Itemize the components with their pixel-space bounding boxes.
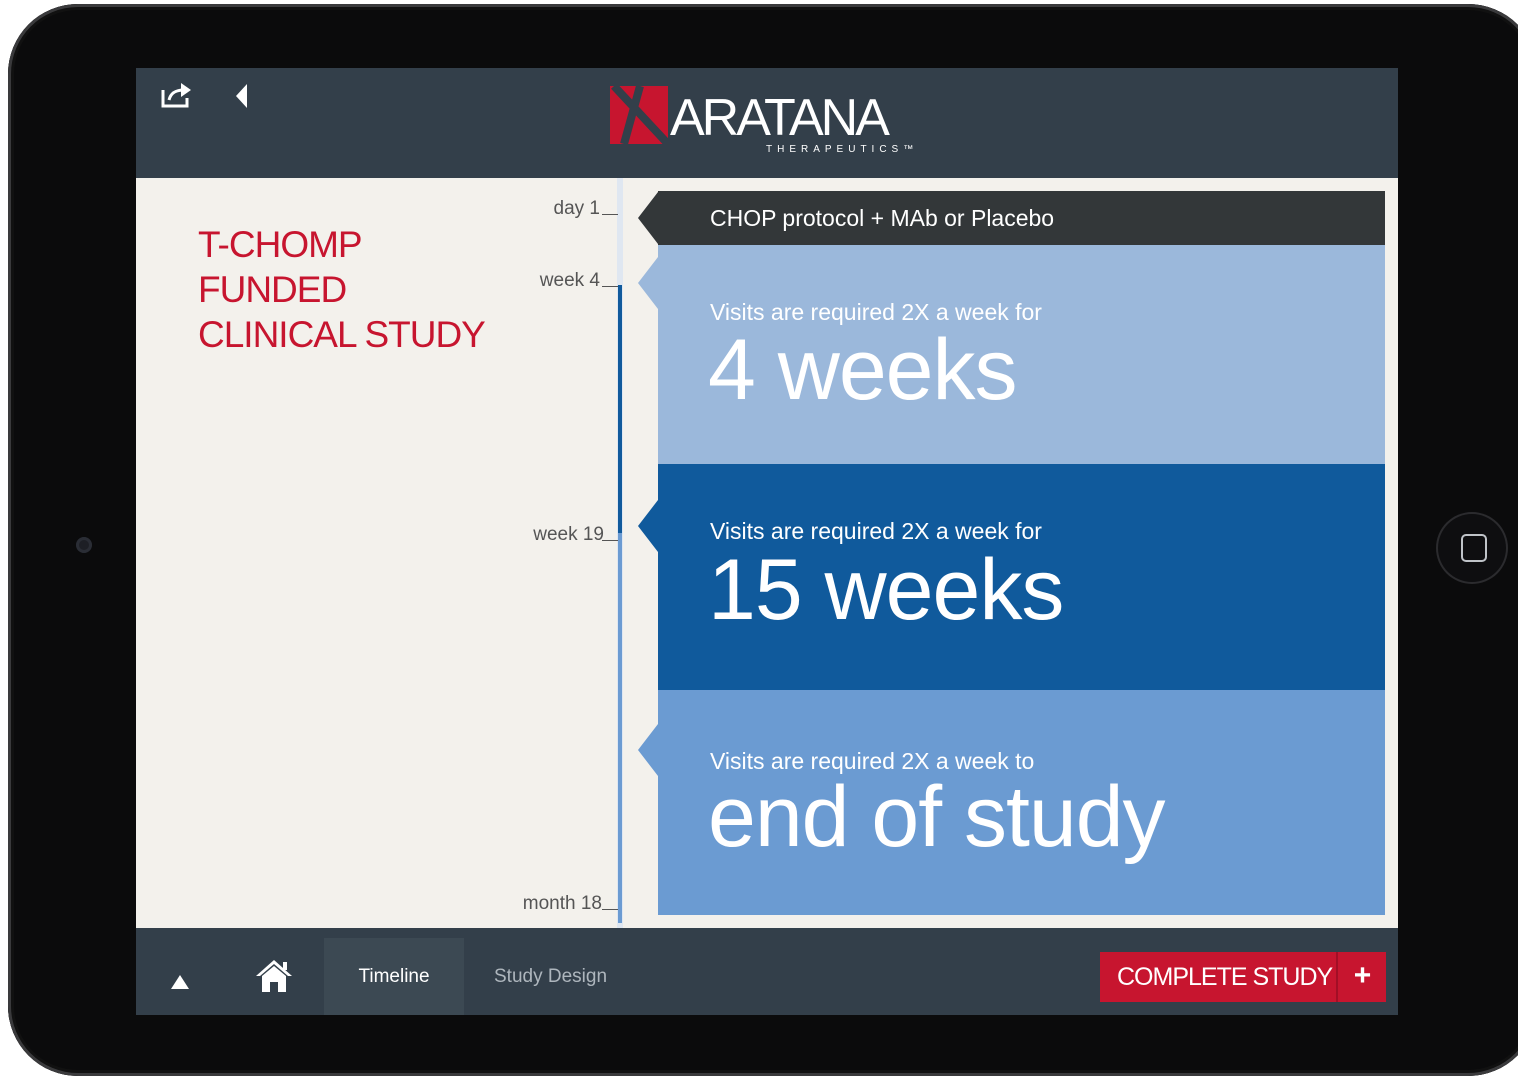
complete-study-button[interactable]: COMPLETE STUDY + xyxy=(1100,952,1386,1002)
home-icon[interactable] xyxy=(254,958,294,994)
logo-subtext: THERAPEUTICS™ xyxy=(766,144,919,155)
study-title-line: T-CHOMP xyxy=(198,224,363,265)
protocol-text: CHOP protocol + MAb or Placebo xyxy=(710,205,1055,231)
app-screen: ARATANA THERAPEUTICS™ T-CHOMP FUNDED CLI… xyxy=(136,68,1398,1015)
phase-panel-2: Visits are required 2X a week for 15 wee… xyxy=(638,464,1385,690)
timeline-tick xyxy=(602,909,618,910)
logo-wordmark: ARATANA xyxy=(670,89,890,147)
timeline-marker: month 18 xyxy=(522,893,602,914)
rail-segment-phase2 xyxy=(618,533,622,923)
timeline-tick xyxy=(602,540,618,541)
timeline-marker: day 1 xyxy=(553,198,600,219)
share-icon[interactable] xyxy=(160,81,194,109)
study-title: T-CHOMP FUNDED CLINICAL STUDY xyxy=(198,222,486,357)
study-title-line: CLINICAL STUDY xyxy=(198,314,486,355)
timeline-content: T-CHOMP FUNDED CLINICAL STUDY day 1 week… xyxy=(136,178,1398,928)
timeline-tick xyxy=(602,214,618,215)
phase-duration: 15 weeks xyxy=(708,542,1064,638)
tab-timeline[interactable]: Timeline xyxy=(324,938,464,1015)
tab-study-design[interactable]: Study Design xyxy=(464,938,634,1015)
logo-mark xyxy=(610,83,671,147)
camera xyxy=(76,537,92,553)
up-arrow-icon[interactable] xyxy=(170,974,190,990)
phase-panel-1: Visits are required 2X a week for 4 week… xyxy=(638,245,1385,464)
phase-duration: end of study xyxy=(708,769,1166,865)
rail-segment-phase1 xyxy=(618,285,622,533)
top-bar: ARATANA THERAPEUTICS™ xyxy=(136,68,1398,178)
phase-panel-3: Visits are required 2X a week to end of … xyxy=(638,690,1385,915)
protocol-banner: CHOP protocol + MAb or Placebo xyxy=(638,191,1385,245)
hardware-home-button[interactable] xyxy=(1436,512,1508,584)
phase-duration: 4 weeks xyxy=(708,322,1017,418)
complete-study-label: COMPLETE STUDY xyxy=(1117,963,1333,991)
study-title-line: FUNDED xyxy=(198,269,347,310)
timeline-marker: week 4 xyxy=(539,270,600,291)
timeline-marker: week 19 xyxy=(533,524,604,545)
timeline-tick xyxy=(602,286,618,287)
plus-icon[interactable]: + xyxy=(1338,959,1386,993)
aratana-logo: ARATANA THERAPEUTICS™ xyxy=(610,83,913,162)
back-icon[interactable] xyxy=(232,82,252,110)
bottom-nav: Timeline Study Design COMPLETE STUDY + xyxy=(136,928,1398,1015)
